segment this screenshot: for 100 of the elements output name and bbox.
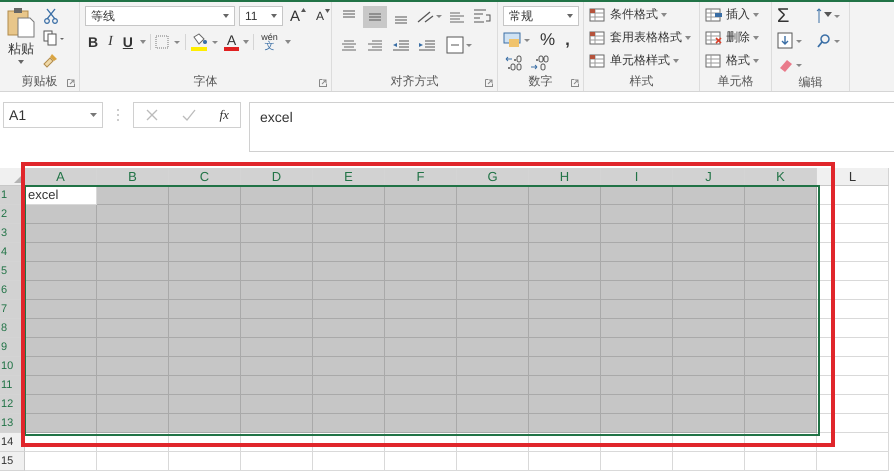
table-cell bbox=[601, 357, 673, 376]
style-menu-button[interactable]: 单元格样式 bbox=[589, 52, 691, 69]
shrink-font-button[interactable]: A bbox=[313, 8, 334, 24]
phonetic-button[interactable]: wén 文 bbox=[258, 32, 281, 52]
column-header[interactable]: A bbox=[25, 168, 97, 186]
table-cell bbox=[457, 262, 529, 281]
table-cell bbox=[673, 414, 745, 433]
autosum-button[interactable]: Σ bbox=[777, 6, 811, 26]
copy-icon[interactable] bbox=[43, 30, 65, 46]
table-cell bbox=[385, 262, 457, 281]
table-cell bbox=[25, 262, 97, 281]
font-name-field[interactable]: 等线 bbox=[85, 6, 235, 26]
dialog-launcher-icon[interactable] bbox=[67, 79, 75, 87]
sort-icon[interactable] bbox=[815, 7, 841, 25]
table-cell bbox=[169, 262, 241, 281]
table-cell bbox=[25, 338, 97, 357]
cells-menu-button[interactable]: 格式 bbox=[705, 52, 759, 69]
font-size-field[interactable]: 11 bbox=[239, 6, 283, 26]
table-cell bbox=[169, 243, 241, 262]
fill-down-icon[interactable] bbox=[777, 32, 803, 50]
table-cell bbox=[97, 243, 169, 262]
cells-menu-button[interactable]: 删除 bbox=[705, 29, 759, 46]
check-icon[interactable] bbox=[181, 108, 198, 122]
merge-cells-icon[interactable] bbox=[445, 34, 473, 56]
table-cell bbox=[601, 243, 673, 262]
dialog-launcher-icon[interactable] bbox=[319, 79, 327, 87]
table-cell bbox=[313, 224, 385, 243]
table-cell bbox=[97, 395, 169, 414]
table-cell bbox=[169, 452, 241, 471]
brush-icon[interactable] bbox=[43, 52, 59, 68]
table-cell bbox=[169, 281, 241, 300]
table-cell bbox=[817, 452, 889, 471]
borders-icon[interactable] bbox=[154, 35, 181, 49]
table-cell bbox=[313, 395, 385, 414]
table-cell bbox=[241, 281, 313, 300]
dialog-launcher-icon[interactable] bbox=[571, 79, 579, 87]
column-header[interactable]: I bbox=[601, 168, 673, 186]
align-icon[interactable] bbox=[363, 6, 387, 28]
dialog-launcher-icon[interactable] bbox=[485, 79, 493, 87]
table-cell bbox=[817, 205, 889, 224]
name-box[interactable]: A1 bbox=[3, 102, 103, 128]
font-color-button[interactable]: A bbox=[224, 33, 240, 51]
insert-function-button[interactable]: fx bbox=[220, 107, 229, 123]
up-triangle-icon bbox=[301, 8, 306, 12]
table-cell bbox=[601, 376, 673, 395]
group-label: 数字 bbox=[528, 73, 552, 90]
column-header[interactable]: D bbox=[241, 168, 313, 186]
table-icon bbox=[589, 30, 607, 46]
group-label: 样式 bbox=[630, 72, 654, 90]
cells-menu-button[interactable]: 插入 bbox=[705, 6, 759, 23]
table-cell bbox=[601, 281, 673, 300]
table-cell bbox=[457, 319, 529, 338]
column-header[interactable]: L bbox=[817, 168, 889, 186]
number-format-field[interactable]: 常规 bbox=[503, 6, 579, 26]
table-cell bbox=[385, 395, 457, 414]
comma-button[interactable]: , bbox=[562, 29, 573, 51]
table-cell bbox=[745, 414, 817, 433]
table-cell bbox=[817, 357, 889, 376]
column-header[interactable]: C bbox=[169, 168, 241, 186]
percent-button[interactable]: % bbox=[537, 29, 558, 51]
fill-color-icon[interactable] bbox=[190, 33, 220, 51]
column-header[interactable]: E bbox=[313, 168, 385, 186]
table-cell bbox=[25, 224, 97, 243]
table-cell bbox=[601, 205, 673, 224]
table-cell bbox=[25, 243, 97, 262]
table-cell bbox=[529, 281, 601, 300]
table-cell bbox=[169, 300, 241, 319]
decrease-decimal-icon[interactable] bbox=[529, 54, 551, 72]
column-header[interactable]: B bbox=[97, 168, 169, 186]
column-header[interactable]: G bbox=[457, 168, 529, 186]
grow-font-button[interactable]: A bbox=[287, 6, 310, 26]
table-cell bbox=[97, 452, 169, 471]
caret-icon bbox=[223, 14, 229, 18]
table-cell bbox=[745, 205, 817, 224]
table-cell bbox=[385, 186, 457, 205]
table-cell bbox=[241, 262, 313, 281]
style-menu-button[interactable]: 套用表格格式 bbox=[589, 29, 691, 46]
row-header[interactable]: 15 bbox=[0, 452, 25, 471]
table-cell bbox=[241, 224, 313, 243]
scissors-icon[interactable] bbox=[43, 8, 59, 24]
table-cell bbox=[457, 338, 529, 357]
caret-icon bbox=[685, 36, 691, 40]
bold-button[interactable]: B bbox=[85, 33, 102, 51]
table-cell bbox=[97, 186, 169, 205]
column-header[interactable]: H bbox=[529, 168, 601, 186]
style-menu-button[interactable]: 条件格式 bbox=[589, 6, 691, 23]
table-cell bbox=[385, 281, 457, 300]
italic-button[interactable]: I bbox=[105, 33, 116, 51]
column-header[interactable]: F bbox=[385, 168, 457, 186]
column-header[interactable]: K bbox=[745, 168, 817, 186]
currency-icon[interactable] bbox=[503, 31, 533, 49]
formula-field[interactable]: excel bbox=[249, 102, 894, 152]
table-cell bbox=[457, 300, 529, 319]
table-cell bbox=[529, 224, 601, 243]
table-cell bbox=[25, 357, 97, 376]
paste-button[interactable]: 粘贴 bbox=[5, 6, 37, 71]
column-header[interactable]: J bbox=[673, 168, 745, 186]
table-cell bbox=[313, 414, 385, 433]
search-icon[interactable] bbox=[815, 32, 841, 50]
underline-button[interactable]: U bbox=[120, 33, 136, 51]
